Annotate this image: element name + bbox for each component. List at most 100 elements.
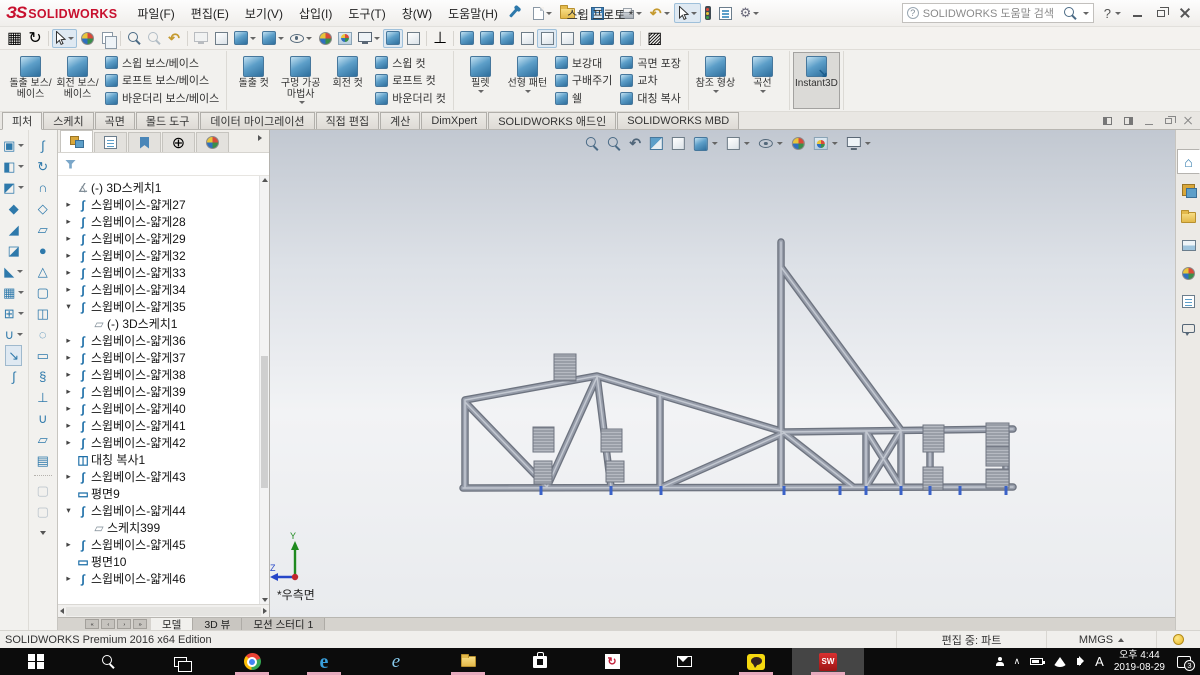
paint-tool-button[interactable]: ▨ [644, 29, 665, 48]
tree-item[interactable]: ▸∫스윕베이스-얇게42 [60, 434, 269, 451]
ghost-1-button[interactable]: ▢ [37, 480, 49, 501]
boundary-cut-button[interactable]: 바운더리 컷 [375, 90, 446, 107]
tree-item[interactable]: ▸∫스윕베이스-얇게28 [60, 213, 269, 230]
fillet-button[interactable]: 필렛 [457, 52, 504, 109]
tree-expand-icon[interactable]: ▾ [62, 301, 75, 312]
cut-extrude-button[interactable]: ◧ [3, 156, 24, 177]
zoom-area-button[interactable] [144, 29, 164, 48]
tree-item[interactable]: ▭평면10 [60, 553, 269, 570]
bottom-view-button[interactable] [557, 29, 577, 48]
tab-4[interactable]: 데이터 마이그레이션 [200, 112, 314, 129]
save-button[interactable] [587, 4, 616, 23]
intersect-button[interactable]: 교차 [620, 72, 681, 89]
close-button[interactable] [1180, 8, 1190, 18]
tree-filter-row[interactable] [58, 153, 269, 176]
hide-show-items-caret-icon[interactable] [306, 37, 312, 40]
search-caret-icon[interactable] [1083, 12, 1089, 15]
tree-expand-icon[interactable]: ▾ [62, 505, 75, 516]
scroll-thumb[interactable] [261, 356, 268, 489]
print-button[interactable] [616, 5, 646, 22]
wifi-icon[interactable] [1053, 657, 1067, 667]
undo-caret-icon[interactable] [664, 12, 670, 15]
revolve-button[interactable]: ↻ [37, 156, 48, 177]
panel-expand-icon[interactable] [258, 128, 267, 152]
tab-3[interactable]: 몰드 도구 [136, 112, 200, 129]
tree-expand-icon[interactable]: ▸ [62, 573, 75, 584]
go-first-button[interactable]: « [85, 619, 99, 629]
draft-button[interactable]: ◣ [4, 261, 23, 282]
tree-expand-icon[interactable]: ▸ [62, 403, 75, 414]
tree-expand-icon[interactable]: ▸ [62, 233, 75, 244]
tree-item[interactable]: ▸∫스윕베이스-얇게37 [60, 349, 269, 366]
linear-pattern-button[interactable]: 선형 패턴 [504, 52, 551, 109]
tree-item[interactable]: ▾∫스윕베이스-얇게44 [60, 502, 269, 519]
curve-button[interactable]: ∪ [38, 408, 48, 429]
volume-icon[interactable] [1077, 658, 1081, 665]
zebra-button[interactable]: ▤ [37, 450, 49, 471]
features-cube-button[interactable]: ◩ [3, 177, 24, 198]
tree-item[interactable]: ▸∫스윕베이스-얇게29 [60, 230, 269, 247]
options-caret-icon[interactable] [753, 12, 759, 15]
wrap-button[interactable]: 곡면 포장 [620, 54, 681, 71]
tree-item[interactable]: ▸∫스윕베이스-얇게45 [60, 536, 269, 553]
display-style-caret-icon[interactable] [278, 37, 284, 40]
taskbar-start-button[interactable] [0, 648, 72, 675]
rib-button[interactable]: ◢ [9, 219, 19, 240]
doc-minimize-button[interactable] [1145, 118, 1153, 125]
draft-button[interactable]: 구배주기 [555, 72, 612, 89]
rib-button[interactable]: 보강대 [555, 54, 612, 71]
save-caret-icon[interactable] [606, 12, 612, 15]
menu-item-2[interactable]: 보기(V) [237, 2, 291, 25]
tree-item[interactable]: ▸∫스윕베이스-얇게27 [60, 196, 269, 213]
tree-item[interactable]: ▭평면9 [60, 485, 269, 502]
tree-item[interactable]: ▸∫스윕베이스-얇게33 [60, 264, 269, 281]
ghost-2-button[interactable]: ▢ [37, 501, 49, 522]
pane-left-icon[interactable] [1103, 117, 1112, 125]
tree-expand-icon[interactable]: ▸ [62, 437, 75, 448]
taskbar-kakaotalk-button[interactable] [720, 648, 792, 675]
boss-extrude-button[interactable]: ▣ [3, 135, 24, 156]
mirror-button[interactable]: ◫ [37, 303, 49, 324]
property-manager-tab[interactable] [94, 132, 127, 152]
grid-system-button[interactable]: ▦ [4, 29, 25, 48]
tab-1[interactable]: 스케치 [43, 112, 93, 129]
curves-button[interactable]: 곡선 [739, 52, 786, 109]
rebuild-button[interactable]: ↻ [25, 29, 45, 48]
restore-button[interactable] [1157, 10, 1165, 17]
pane-right-icon[interactable] [1124, 117, 1133, 125]
isometric-view-button[interactable] [577, 29, 597, 48]
tree-item[interactable]: ◫대칭 복사1 [60, 451, 269, 468]
taskbar-internet-explorer-button[interactable]: e [360, 648, 432, 675]
help-button[interactable]: ? [1104, 6, 1121, 21]
tree-item[interactable]: ▸∫스윕베이스-얇게41 [60, 417, 269, 434]
reference-geometry-button[interactable]: ⊞ [4, 303, 24, 324]
trimetric-view-button[interactable] [597, 29, 617, 48]
tree-expand-icon[interactable]: ▸ [62, 216, 75, 227]
tree-expand-icon[interactable]: ▸ [62, 335, 75, 346]
normal-to-button[interactable]: ⊥ [430, 29, 450, 48]
taskbar-solidworks-button[interactable]: SW [792, 648, 864, 675]
shell-button[interactable]: 쉘 [555, 90, 612, 107]
lofted-cut-button[interactable]: 로프트 컷 [375, 72, 446, 89]
pattern-button[interactable]: ▦ [3, 282, 24, 303]
dimxpert-manager-tab[interactable]: ⊕ [162, 132, 195, 152]
help-search-box[interactable]: SOLIDWORKS 도움말 검색 [902, 3, 1094, 23]
menu-item-1[interactable]: 편집(E) [183, 2, 237, 25]
tree-expand-icon[interactable]: ▸ [62, 284, 75, 295]
display-style-button[interactable] [259, 29, 287, 48]
tree-item[interactable]: ▸∫스윕베이스-얇게46 [60, 570, 269, 587]
minimize-button[interactable] [1133, 9, 1142, 17]
tree-item[interactable]: ▸∫스윕베이스-얇게36 [60, 332, 269, 349]
menu-item-6[interactable]: 도움말(H) [440, 2, 506, 25]
model-tab-1[interactable]: 3D 뷰 [193, 618, 242, 630]
tree-item[interactable]: ▾∫스윕베이스-얇게35 [60, 298, 269, 315]
tab-5[interactable]: 직접 편집 [316, 112, 380, 129]
wireframe-button[interactable] [211, 29, 231, 48]
scroll-right-icon[interactable] [263, 608, 267, 614]
hole-wizard-button[interactable]: 구멍 가공 마법사 [277, 52, 324, 109]
select-tool-button[interactable] [52, 29, 77, 48]
scroll-up-icon[interactable] [262, 178, 268, 182]
swept-cut-button[interactable]: 스윕 컷 [375, 54, 446, 71]
file-properties-button[interactable] [715, 4, 736, 23]
tray-chevron-icon[interactable]: ∧ [1014, 656, 1021, 667]
